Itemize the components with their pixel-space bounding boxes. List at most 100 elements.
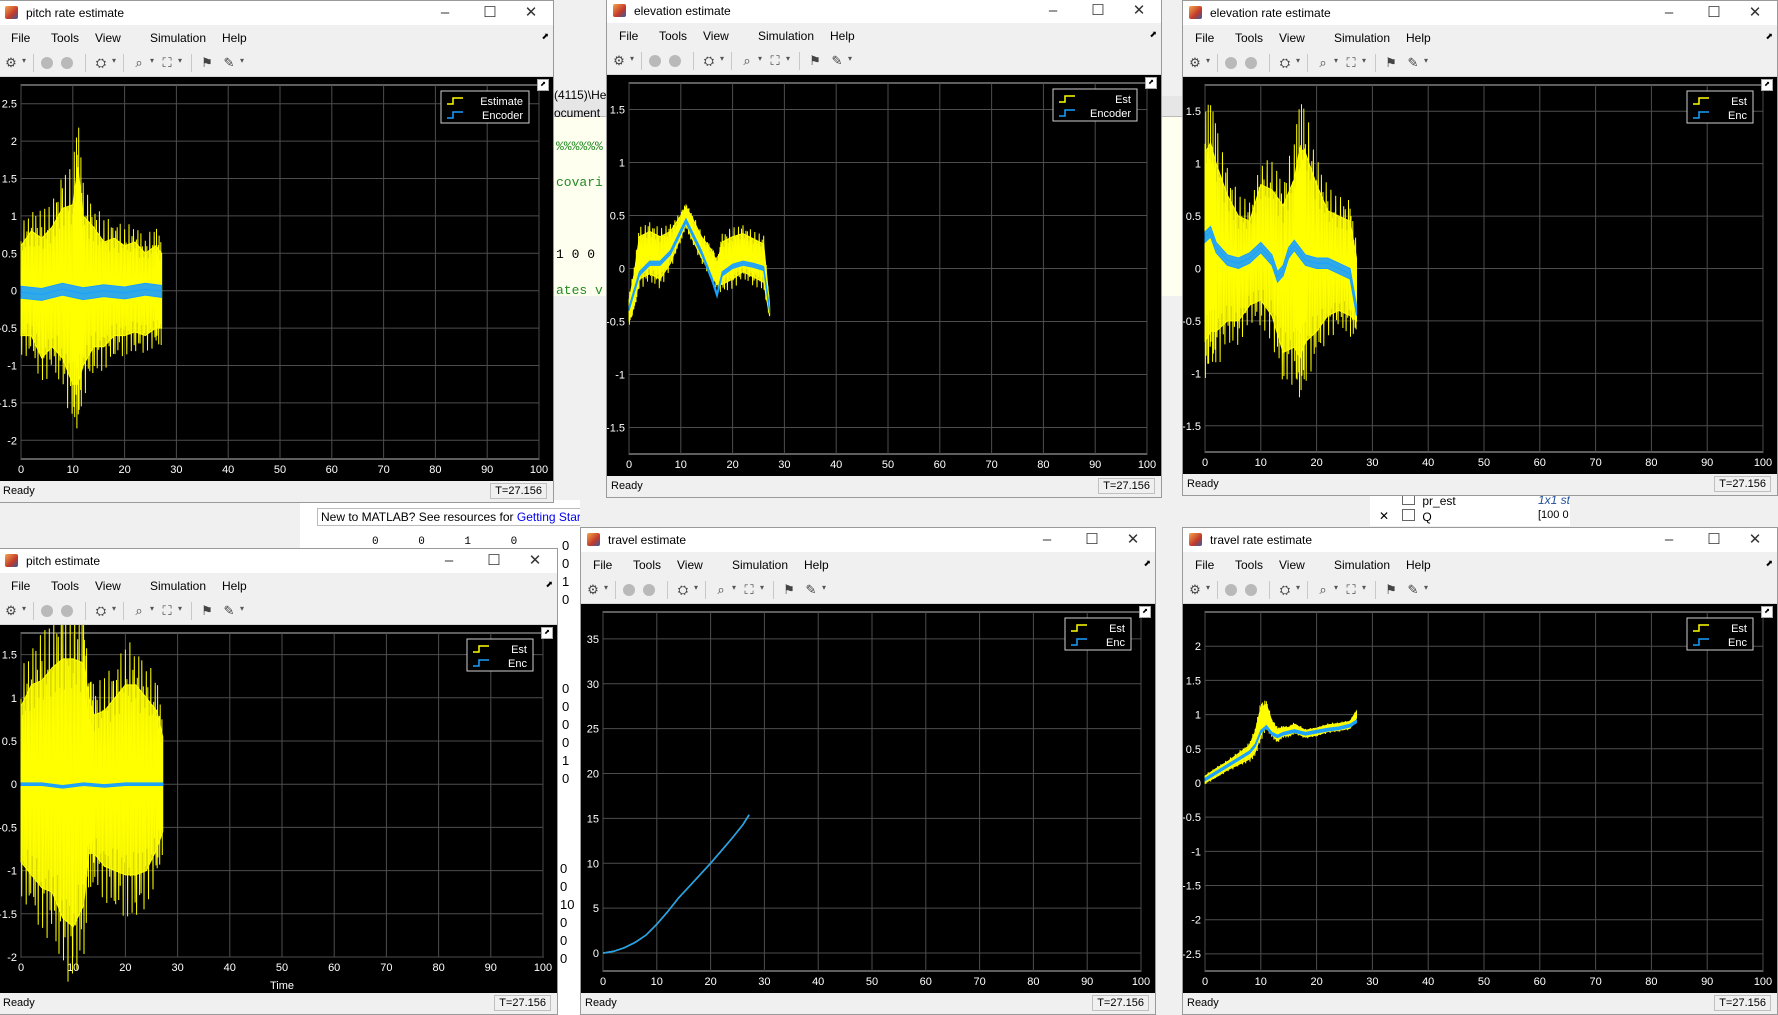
menu-tools[interactable]: Tools [633, 558, 661, 572]
maximize-button[interactable]: ☐ [1074, 530, 1110, 550]
scope-display[interactable]: 0 10 20 30 40 50 60 70 80 90 100 35 30 25 20 15 10 5 0 Est E… [581, 604, 1155, 993]
zoom-icon[interactable]: ⌕ [713, 582, 729, 598]
dropdown-arrow-icon[interactable]: ▾ [760, 583, 764, 592]
run-button-icon[interactable] [41, 605, 53, 617]
zoom-icon[interactable]: ⌕ [131, 55, 147, 71]
dropdown-arrow-icon[interactable]: ▾ [1424, 56, 1428, 65]
menu-help[interactable]: Help [1406, 558, 1431, 572]
workspace-row-q[interactable]: Q [1402, 509, 1432, 524]
dropdown-arrow-icon[interactable]: ▾ [150, 604, 154, 613]
scope-display[interactable]: 0 10 20 30 40 50 60 70 80 90 100 1.5 1 0.5 0 -0.5 -1 -1.5… [607, 75, 1161, 476]
menu-view[interactable]: View [1279, 558, 1305, 572]
menu-file[interactable]: File [593, 558, 612, 572]
dropdown-arrow-icon[interactable]: ▾ [1334, 56, 1338, 65]
dropdown-arrow-icon[interactable]: ▾ [112, 604, 116, 613]
scope-window-travel-rate[interactable]: travel rate estimate – ☐ ✕ File Tools View Simu… [1182, 527, 1778, 1015]
scope-window-pitch-rate[interactable]: pitch rate estimate – ☐ ✕ File Tools View Simul… [0, 0, 554, 503]
scope-window-elevation[interactable]: elevation estimate – ☐ ✕ File Tools View Simula… [606, 0, 1162, 498]
getting-started-link[interactable]: Getting Started [517, 510, 580, 524]
scope-window-pitch[interactable]: pitch estimate – ☐ ✕ File Tools View Simulation… [0, 548, 558, 1015]
scope-display[interactable]: 0 10 20 30 40 50 60 70 80 90 100 2 1.5 1 0.5 0 -0.5 -1 -1.… [1183, 604, 1777, 993]
dropdown-arrow-icon[interactable]: ▾ [1362, 56, 1366, 65]
dropdown-arrow-icon[interactable]: ▾ [178, 604, 182, 613]
style-icon[interactable]: ✎ [221, 55, 237, 71]
settings-gear-icon[interactable]: ⚙ [1187, 582, 1203, 598]
legend[interactable]: Est Enc [1064, 617, 1132, 651]
highlight-signal-icon[interactable]: ⛭ [701, 53, 717, 69]
style-icon[interactable]: ✎ [221, 603, 237, 619]
dropdown-arrow-icon[interactable]: ▾ [604, 583, 608, 592]
menu-simulation[interactable]: Simulation [150, 31, 206, 45]
fit-to-view-icon[interactable]: ⛶ [741, 582, 757, 598]
editor-tab[interactable]: ocument [554, 106, 600, 120]
maximize-button[interactable]: ☐ [476, 551, 512, 571]
stop-button-icon[interactable] [61, 57, 73, 69]
stop-button-icon[interactable] [61, 605, 73, 617]
dropdown-arrow-icon[interactable]: ▾ [1206, 56, 1210, 65]
minimize-button[interactable]: – [431, 551, 467, 571]
close-button[interactable]: ✕ [1737, 530, 1773, 550]
fit-to-view-icon[interactable]: ⛶ [159, 603, 175, 619]
menu-simulation[interactable]: Simulation [1334, 31, 1390, 45]
stop-button-icon[interactable] [1245, 57, 1257, 69]
legend[interactable]: Est Enc [1686, 617, 1754, 651]
zoom-icon[interactable]: ⌕ [1315, 582, 1331, 598]
maximize-button[interactable]: ☐ [1696, 530, 1732, 550]
menu-tools[interactable]: Tools [1235, 558, 1263, 572]
dropdown-arrow-icon[interactable]: ▾ [630, 54, 634, 63]
menu-help[interactable]: Help [222, 579, 247, 593]
close-button[interactable]: ✕ [1121, 1, 1157, 21]
stop-button-icon[interactable] [643, 584, 655, 596]
close-button[interactable]: ✕ [517, 551, 553, 571]
menu-help[interactable]: Help [804, 558, 829, 572]
settings-gear-icon[interactable]: ⚙ [611, 53, 627, 69]
menu-file[interactable]: File [619, 29, 638, 43]
highlight-signal-icon[interactable]: ⛭ [1277, 55, 1293, 71]
run-button-icon[interactable] [649, 55, 661, 67]
triggers-icon[interactable]: ⚑ [807, 53, 823, 69]
style-icon[interactable]: ✎ [1405, 582, 1421, 598]
style-icon[interactable]: ✎ [1405, 55, 1421, 71]
dropdown-arrow-icon[interactable]: ▾ [240, 56, 244, 65]
run-button-icon[interactable] [41, 57, 53, 69]
dropdown-arrow-icon[interactable]: ▾ [112, 56, 116, 65]
stop-button-icon[interactable] [669, 55, 681, 67]
menu-help[interactable]: Help [222, 31, 247, 45]
settings-gear-icon[interactable]: ⚙ [3, 603, 19, 619]
dropdown-arrow-icon[interactable]: ▾ [1296, 583, 1300, 592]
menu-simulation[interactable]: Simulation [150, 579, 206, 593]
dropdown-arrow-icon[interactable]: ▾ [1206, 583, 1210, 592]
menu-view[interactable]: View [677, 558, 703, 572]
dropdown-arrow-icon[interactable]: ▾ [1334, 583, 1338, 592]
highlight-signal-icon[interactable]: ⛭ [93, 55, 109, 71]
menu-simulation[interactable]: Simulation [1334, 558, 1390, 572]
close-button[interactable]: ✕ [513, 3, 549, 23]
menu-tools[interactable]: Tools [51, 31, 79, 45]
close-button[interactable]: ✕ [1737, 3, 1773, 23]
legend[interactable]: Est Enc [1686, 90, 1754, 124]
minimize-button[interactable]: – [427, 3, 463, 23]
menu-view[interactable]: View [1279, 31, 1305, 45]
title-bar[interactable]: elevation rate estimate – ☐ ✕ [1183, 1, 1777, 25]
dropdown-arrow-icon[interactable]: ▾ [22, 604, 26, 613]
dropdown-arrow-icon[interactable]: ▾ [732, 583, 736, 592]
scope-window-elevation-rate[interactable]: elevation rate estimate – ☐ ✕ File Tools View S… [1182, 0, 1778, 496]
settings-gear-icon[interactable]: ⚙ [1187, 55, 1203, 71]
title-bar[interactable]: travel estimate – ☐ ✕ [581, 528, 1155, 552]
menu-simulation[interactable]: Simulation [758, 29, 814, 43]
menu-help[interactable]: Help [830, 29, 855, 43]
menu-view[interactable]: View [703, 29, 729, 43]
style-icon[interactable]: ✎ [829, 53, 845, 69]
undock-axes-icon[interactable]: ⬈ [541, 627, 553, 639]
triggers-icon[interactable]: ⚑ [199, 603, 215, 619]
undock-axes-icon[interactable]: ⬈ [537, 79, 549, 91]
menu-tools[interactable]: Tools [1235, 31, 1263, 45]
dropdown-arrow-icon[interactable]: ▾ [1296, 56, 1300, 65]
maximize-button[interactable]: ☐ [1080, 1, 1116, 21]
scope-display[interactable]: 0 10 20 30 40 50 60 70 80 90 100 1.5 1 0.5 0 -0.5 -1 -1.5… [1183, 77, 1777, 474]
dock-arrow-icon[interactable]: ⬈ [1765, 558, 1773, 569]
title-bar[interactable]: travel rate estimate – ☐ ✕ [1183, 528, 1777, 552]
run-button-icon[interactable] [623, 584, 635, 596]
menu-tools[interactable]: Tools [659, 29, 687, 43]
dock-arrow-icon[interactable]: ⬈ [1149, 29, 1157, 40]
